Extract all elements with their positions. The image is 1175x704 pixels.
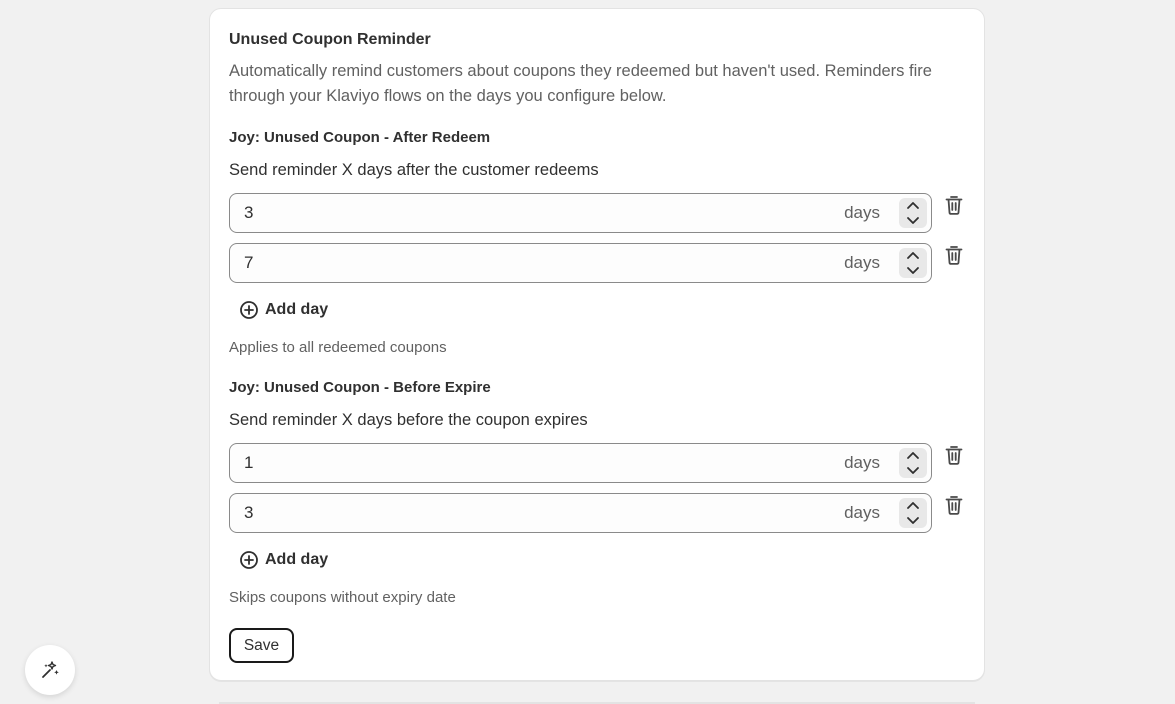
save-button[interactable]: Save	[229, 628, 294, 663]
trash-icon[interactable]	[942, 443, 966, 467]
after-redeem-label: Send reminder X days after the customer …	[229, 161, 599, 179]
add-day-label: Add day	[265, 551, 329, 568]
plus-circle-icon	[240, 301, 258, 319]
chevron-up-icon[interactable]	[906, 249, 920, 262]
field-value: 3	[244, 503, 254, 522]
field-value: 1	[244, 453, 254, 472]
chevron-down-icon[interactable]	[906, 514, 920, 527]
field-value: 7	[244, 253, 254, 272]
before-expire-row-2: 3 days	[229, 493, 969, 533]
magic-sparkle-icon	[42, 661, 59, 678]
chevron-up-icon[interactable]	[906, 449, 920, 462]
field-suffix: days	[844, 253, 880, 272]
field-suffix: days	[844, 453, 880, 472]
day-stepper	[899, 448, 927, 478]
before-expire-row-1: 1 days	[229, 443, 969, 483]
after-redeem-help: Applies to all redeemed coupons	[229, 339, 447, 356]
magic-assistant-button[interactable]	[25, 645, 75, 695]
trash-icon[interactable]	[942, 493, 966, 517]
after-redeem-day-input-1[interactable]: 3 days	[229, 193, 932, 233]
field-value: 3	[244, 203, 254, 222]
before-expire-label: Send reminder X days before the coupon e…	[229, 411, 588, 429]
card-title: Unused Coupon Reminder	[229, 31, 431, 48]
day-stepper	[899, 498, 927, 528]
unused-coupon-reminder-card: Unused Coupon Reminder Automatically rem…	[209, 8, 985, 681]
chevron-down-icon[interactable]	[906, 464, 920, 477]
trash-icon[interactable]	[942, 243, 966, 267]
before-expire-day-input-1[interactable]: 1 days	[229, 443, 932, 483]
add-day-label: Add day	[265, 301, 329, 318]
before-expire-day-input-2[interactable]: 3 days	[229, 493, 932, 533]
chevron-up-icon[interactable]	[906, 499, 920, 512]
trash-icon[interactable]	[942, 193, 966, 217]
day-stepper	[899, 248, 927, 278]
after-redeem-title: Joy: Unused Coupon - After Redeem	[229, 129, 491, 146]
plus-circle-icon	[240, 551, 258, 569]
after-redeem-row-1: 3 days	[229, 193, 969, 233]
after-redeem-add-day-button[interactable]: Add day	[239, 297, 328, 323]
chevron-down-icon[interactable]	[906, 264, 920, 277]
after-redeem-day-input-2[interactable]: 7 days	[229, 243, 932, 283]
chevron-up-icon[interactable]	[906, 199, 920, 212]
card-description: Automatically remind customers about cou…	[229, 62, 932, 105]
field-suffix: days	[844, 203, 880, 222]
chevron-down-icon[interactable]	[906, 214, 920, 227]
before-expire-help: Skips coupons without expiry date	[229, 589, 456, 606]
field-suffix: days	[844, 503, 880, 522]
before-expire-title: Joy: Unused Coupon - Before Expire	[229, 379, 491, 396]
before-expire-add-day-button[interactable]: Add day	[239, 547, 328, 573]
day-stepper	[899, 198, 927, 228]
after-redeem-row-2: 7 days	[229, 243, 969, 283]
